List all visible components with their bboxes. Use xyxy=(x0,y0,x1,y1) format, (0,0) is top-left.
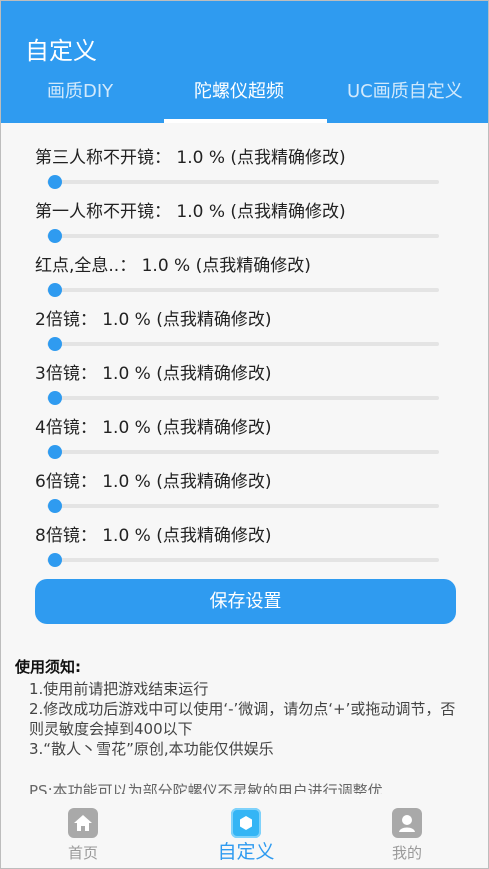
setting-label[interactable]: 4倍镜： 1.0 % (点我精确修改) xyxy=(35,413,271,438)
notice-line: 2.修改成功后游戏中可以使用‘-’微调，请勿点‘+’或拖动调节，否则灵敏度会掉到… xyxy=(29,700,456,738)
active-tab-indicator xyxy=(164,119,327,123)
nav-custom-label: 自定义 xyxy=(217,841,275,863)
nav-home-label: 首页 xyxy=(67,844,98,862)
setting-label[interactable]: 红点,全息..： 1.0 % (点我精确修改) xyxy=(35,251,311,276)
setting-first-person-no-scope: 第一人称不开镜： 1.0 % (点我精确修改) xyxy=(35,183,455,243)
notice-line: 1.使用前请把游戏结束运行 xyxy=(29,680,209,698)
setting-3x-scope: 3倍镜： 1.0 % (点我精确修改) xyxy=(35,345,455,405)
nav-profile[interactable]: 我的 xyxy=(357,798,457,868)
usage-notice: 使用须知: 1.使用前请把游戏结束运行 2.修改成功后游戏中可以使用‘-’微调，… xyxy=(15,656,465,794)
notice-title: 使用须知: xyxy=(15,658,81,676)
setting-label[interactable]: 8倍镜： 1.0 % (点我精确修改) xyxy=(35,521,271,546)
setting-label[interactable]: 6倍镜： 1.0 % (点我精确修改) xyxy=(35,467,271,492)
setting-red-dot-holo: 红点,全息..： 1.0 % (点我精确修改) xyxy=(35,237,455,297)
tab-gyro-overclock[interactable]: 陀螺仪超频 xyxy=(194,77,284,103)
nav-home[interactable]: 首页 xyxy=(33,798,133,868)
profile-icon xyxy=(392,808,422,838)
setting-label[interactable]: 3倍镜： 1.0 % (点我精确修改) xyxy=(35,359,271,384)
tab-quality-diy[interactable]: 画质DIY xyxy=(47,77,113,103)
notice-line: 3.“散人丶雪花”原创,本功能仅供娱乐 xyxy=(29,740,274,758)
notice-ps: PS:本功能可以为部分陀螺仪不灵敏的用户进行调整优 xyxy=(29,782,383,794)
setting-label[interactable]: 2倍镜： 1.0 % (点我精确修改) xyxy=(35,305,271,330)
setting-8x-scope: 8倍镜： 1.0 % (点我精确修改) xyxy=(35,507,455,567)
setting-third-person-no-scope: 第三人称不开镜： 1.0 % (点我精确修改) xyxy=(35,129,455,189)
save-settings-button[interactable]: 保存设置 xyxy=(35,579,456,624)
home-icon xyxy=(68,808,98,838)
page-title: 自定义 xyxy=(25,37,97,65)
tab-overflow-fade xyxy=(462,77,488,103)
setting-label[interactable]: 第一人称不开镜： 1.0 % (点我精确修改) xyxy=(35,197,346,222)
nav-profile-label: 我的 xyxy=(391,844,422,862)
setting-4x-scope: 4倍镜： 1.0 % (点我精确修改) xyxy=(35,399,455,459)
slider-track[interactable] xyxy=(47,558,439,562)
setting-label[interactable]: 第三人称不开镜： 1.0 % (点我精确修改) xyxy=(35,143,346,168)
setting-2x-scope: 2倍镜： 1.0 % (点我精确修改) xyxy=(35,291,455,351)
custom-icon xyxy=(231,808,261,838)
nav-custom[interactable]: 自定义 xyxy=(196,798,296,868)
slider-thumb[interactable] xyxy=(47,553,62,567)
bottom-nav: 首页 自定义 我的 xyxy=(1,798,488,868)
tab-uc-quality-custom[interactable]: UC画质自定义 xyxy=(347,77,488,103)
setting-6x-scope: 6倍镜： 1.0 % (点我精确修改) xyxy=(35,453,455,513)
